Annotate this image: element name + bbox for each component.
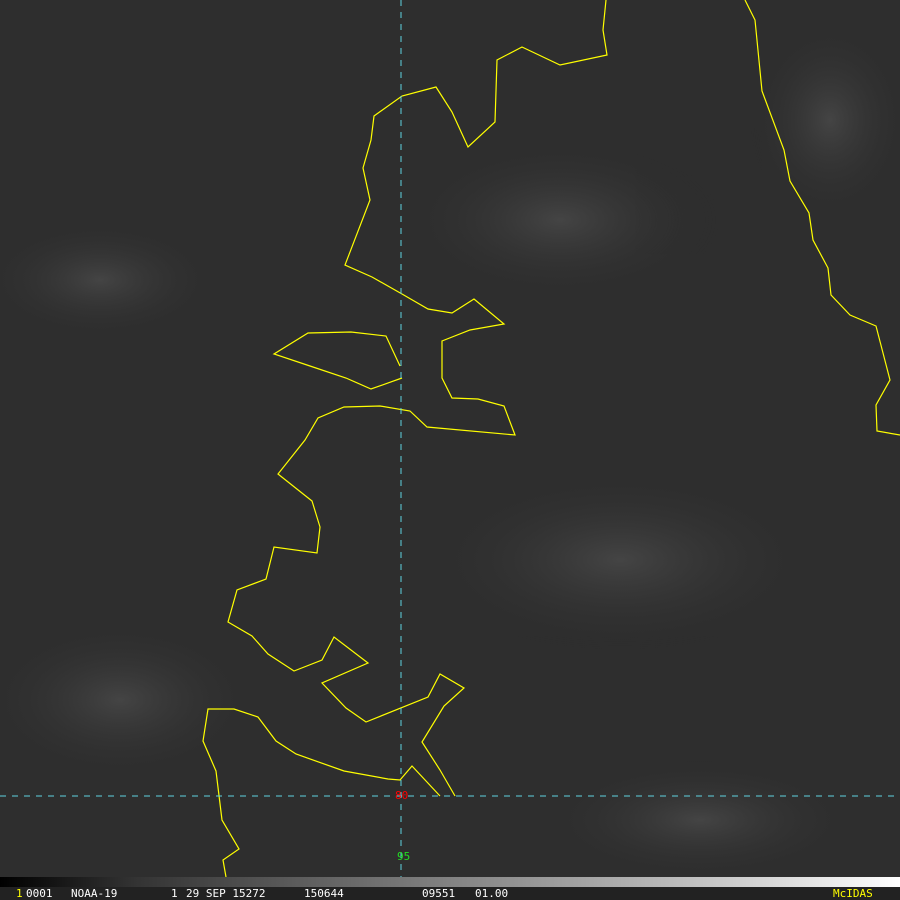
frame-number: 1 [16, 887, 23, 900]
satellite-name: NOAA-19 [71, 887, 118, 900]
mcidas-logo: McIDAS [833, 887, 873, 900]
band-number: 1 [171, 887, 178, 900]
image-date: 29 SEP 15272 [186, 887, 266, 900]
frame-id: 0001 [26, 887, 53, 900]
image-time: 150644 [304, 887, 344, 900]
longitude-label: 95 [397, 850, 410, 863]
satellite-image-viewer: 80 95 1 0001 NOAA-19 1 29 SEP 15272 1506… [0, 0, 900, 900]
latitude-label: 80 [395, 789, 408, 802]
field-2: 01.00 [475, 887, 509, 900]
satellite-image: 80 95 [0, 0, 900, 880]
field-1: 09551 [422, 887, 456, 900]
grayscale-color-bar [0, 877, 900, 887]
status-line: 1 0001 NOAA-19 1 29 SEP 15272 150644 095… [0, 887, 900, 900]
